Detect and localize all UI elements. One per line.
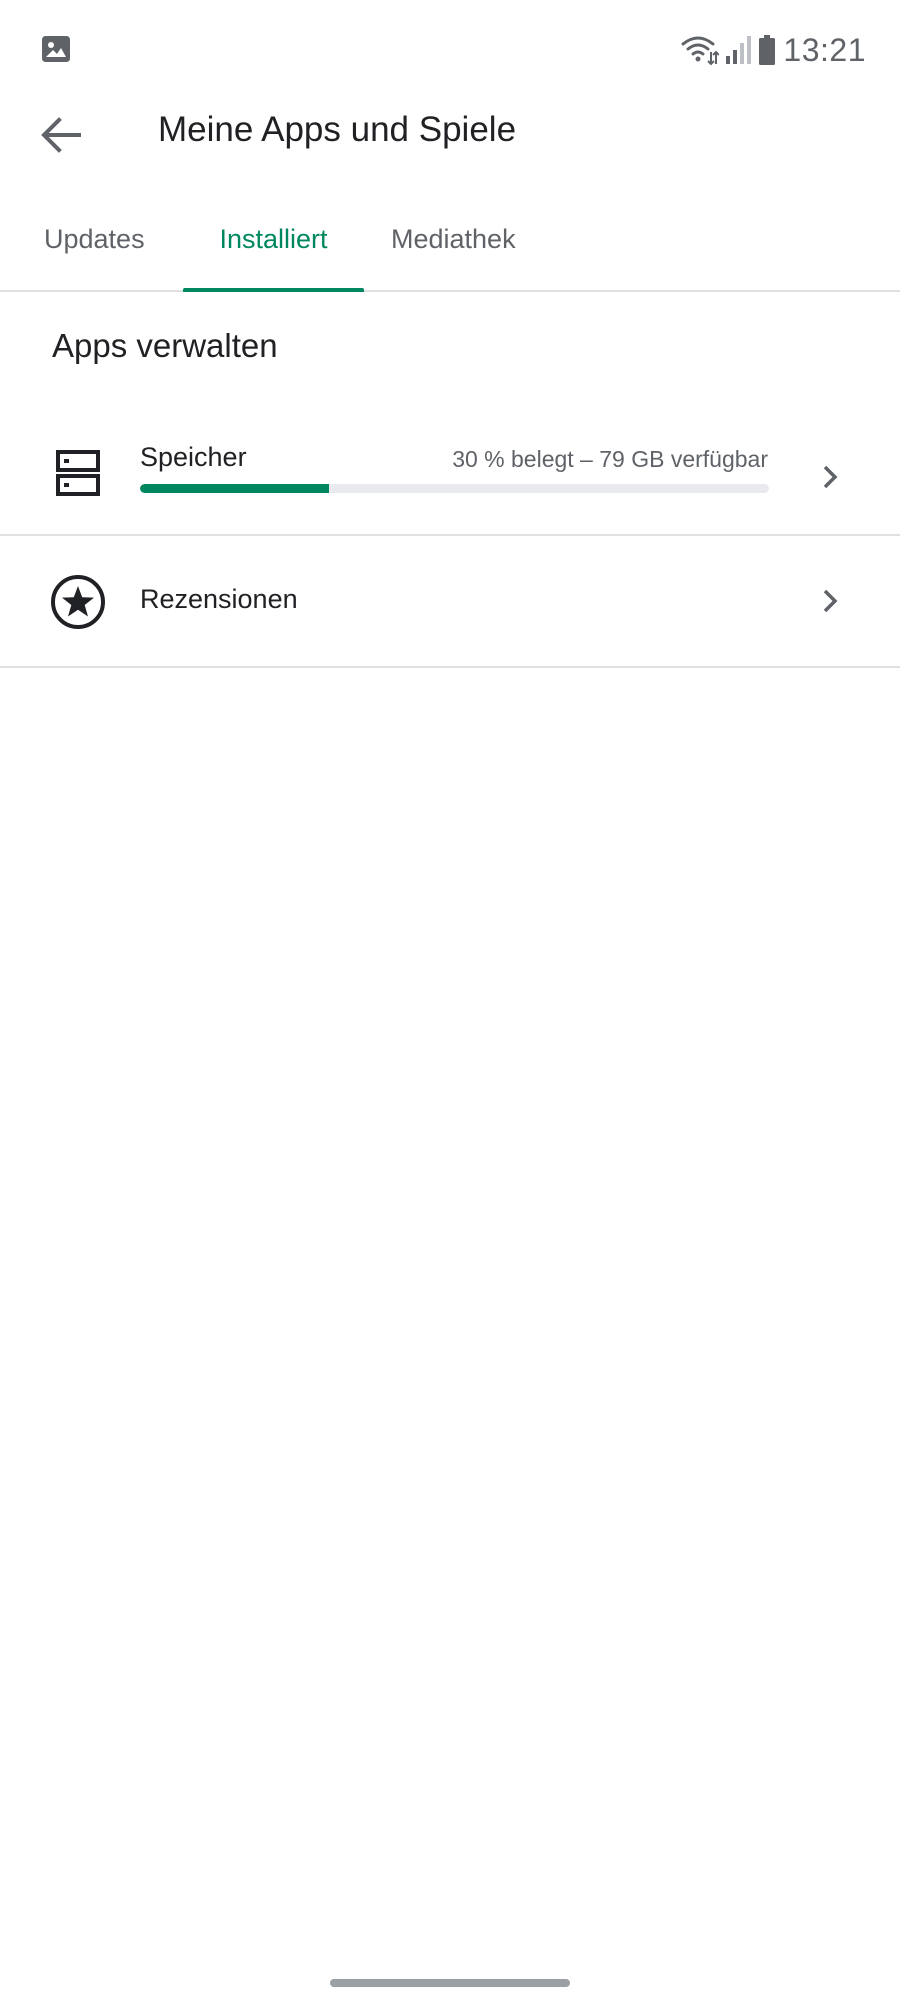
app-bar: Meine Apps und Spiele bbox=[0, 100, 900, 170]
home-indicator[interactable] bbox=[330, 1979, 570, 1987]
tab-updates[interactable]: Updates bbox=[44, 224, 145, 290]
tab-bar: Updates Installiert Mediathek bbox=[0, 210, 900, 292]
gallery-icon bbox=[42, 36, 70, 62]
storage-info: 30 % belegt – 79 GB verfügbar bbox=[452, 446, 768, 472]
reviews-label: Rezensionen bbox=[140, 584, 298, 614]
storage-row[interactable]: Speicher 30 % belegt – 79 GB verfügbar bbox=[0, 420, 900, 536]
storage-progress-fill bbox=[140, 484, 329, 493]
status-icons: 13:21 bbox=[681, 30, 866, 70]
chevron-right-icon bbox=[823, 589, 838, 613]
tab-library[interactable]: Mediathek bbox=[391, 224, 516, 290]
reviews-row[interactable]: Rezensionen bbox=[0, 536, 900, 668]
back-button[interactable] bbox=[36, 112, 86, 158]
page-title: Meine Apps und Spiele bbox=[158, 110, 517, 149]
status-bar: 13:21 bbox=[0, 0, 900, 100]
wifi-icon bbox=[681, 36, 720, 66]
status-time: 13:21 bbox=[783, 31, 866, 68]
tab-installed[interactable]: Installiert bbox=[183, 224, 364, 290]
arrow-back-icon bbox=[41, 117, 81, 153]
battery-icon bbox=[759, 35, 776, 65]
section-heading: Apps verwalten bbox=[52, 327, 278, 364]
storage-icon bbox=[56, 450, 100, 496]
star-circle-icon bbox=[51, 575, 105, 629]
chevron-right-icon bbox=[823, 465, 838, 489]
storage-label: Speicher bbox=[140, 442, 247, 472]
active-tab-indicator bbox=[183, 288, 364, 292]
signal-icon bbox=[726, 36, 752, 64]
storage-progress-bar bbox=[140, 484, 769, 493]
